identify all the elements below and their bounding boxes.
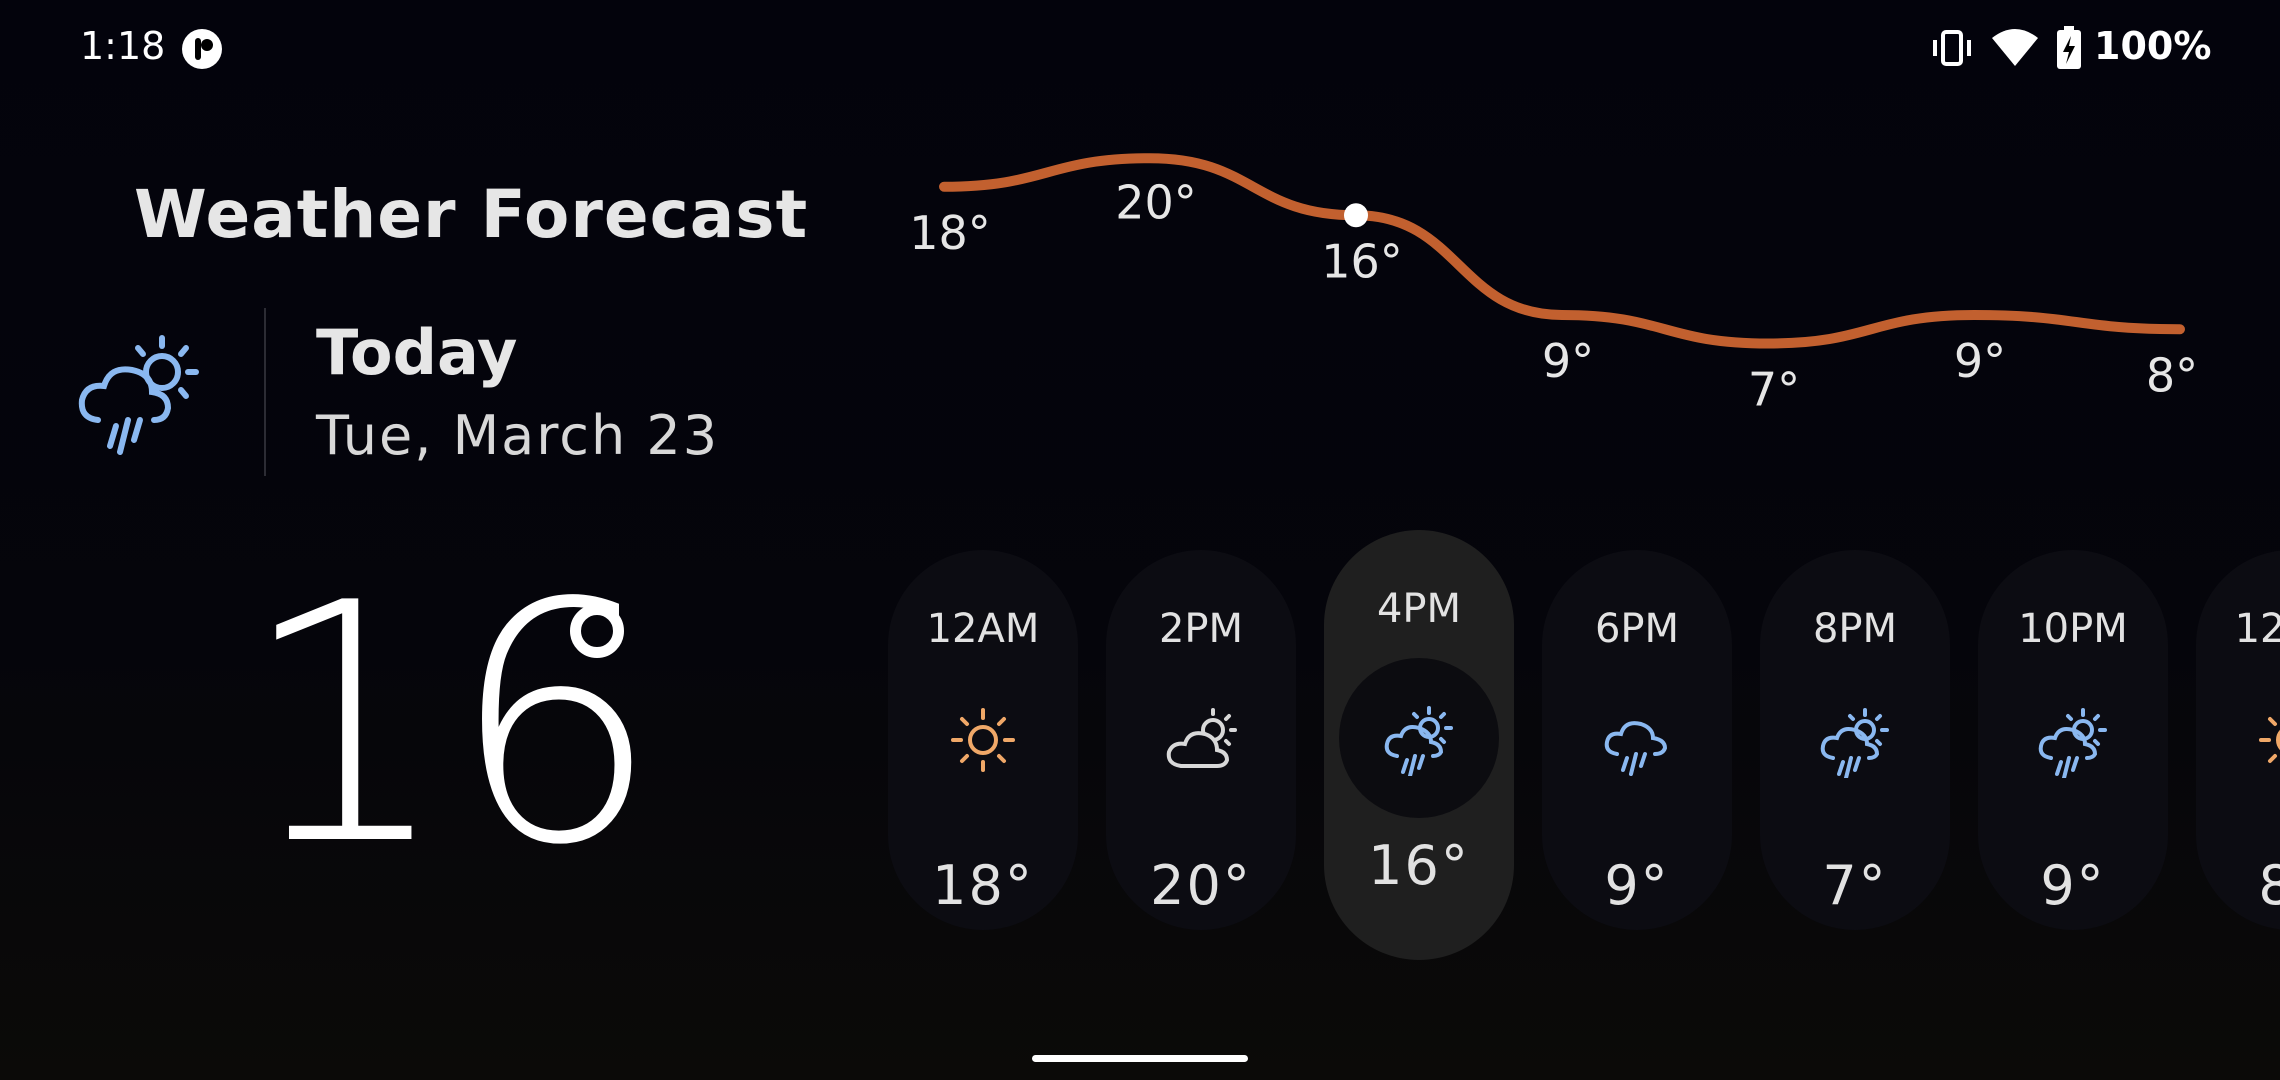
hourly-card-0[interactable]: 12AM 18° <box>888 550 1078 930</box>
hourly-card-1[interactable]: 2PM 20° <box>1106 550 1296 930</box>
hourly-temp: 16° <box>1368 834 1470 897</box>
rain-sun-cloud-icon <box>1384 706 1453 776</box>
highlight-point[interactable] <box>1344 203 1368 228</box>
data-label-6: 8° <box>2146 348 2198 402</box>
hourly-time: 6PM <box>1594 606 1680 652</box>
temperature-line-chart: 18° 20° 16° 9° 7° 9° 8° <box>909 153 2198 417</box>
data-label-1: 20° <box>1115 175 1197 229</box>
data-label-4: 7° <box>1748 363 1800 417</box>
partly-cloudy-icon <box>1166 708 1237 768</box>
hourly-icon-wrap <box>1799 684 1911 796</box>
hourly-temp: 20° <box>1150 854 1252 917</box>
hourly-icon-wrap <box>2017 684 2129 796</box>
hourly-icon-wrap <box>1339 658 1499 818</box>
sun-icon <box>2259 717 2280 763</box>
hourly-icon-wrap <box>927 684 1039 796</box>
hourly-card-4[interactable]: 8PM 7° <box>1760 550 1950 930</box>
status-clock: 1:18 <box>80 24 166 68</box>
hourly-icon-wrap <box>2235 684 2280 796</box>
hourly-temp: 8° <box>2258 854 2280 917</box>
hourly-time: 12AM <box>2234 606 2280 652</box>
today-divider <box>264 308 266 476</box>
rain-sun-cloud-icon <box>78 335 199 455</box>
page-title: Weather Forecast <box>134 176 809 253</box>
data-label-2: 16° <box>1321 234 1403 288</box>
data-label-5: 9° <box>1954 334 2006 388</box>
hourly-forecast-list[interactable]: 12AM 18° 2PM 20° 4PM 16° 6PM 9° 8PM 7° 10PM <box>888 530 2280 960</box>
hourly-card-6[interactable]: 12AM 8° <box>2196 550 2280 930</box>
hourly-icon-wrap <box>1145 684 1257 796</box>
vibrate-icon <box>1933 30 1971 66</box>
today-date: Tue, March 23 <box>316 404 720 467</box>
rain-cloud-icon <box>1604 721 1668 776</box>
hourly-time: 2PM <box>1158 606 1244 652</box>
app-notification-icon <box>182 29 222 69</box>
hourly-card-5[interactable]: 10PM 9° <box>1978 550 2168 930</box>
hourly-card-3[interactable]: 6PM 9° <box>1542 550 1732 930</box>
navigation-handle[interactable] <box>1032 1055 1248 1062</box>
hourly-temp: 18° <box>932 854 1034 917</box>
hourly-temp: 9° <box>1604 854 1670 917</box>
today-label: Today <box>316 316 518 389</box>
hourly-temp: 7° <box>1822 854 1888 917</box>
data-label-0: 18° <box>909 206 991 260</box>
battery-percent: 100% <box>2094 24 2212 68</box>
wifi-icon <box>1992 29 2038 66</box>
rain-sun-cloud-icon <box>1820 708 1889 778</box>
sun-icon <box>951 708 1015 772</box>
data-label-3: 9° <box>1542 334 1594 388</box>
rain-sun-cloud-icon <box>2038 708 2107 778</box>
battery-charging-icon <box>2057 26 2081 69</box>
hourly-time: 4PM <box>1376 586 1462 632</box>
hourly-time: 10PM <box>2018 606 2128 652</box>
hourly-icon-wrap <box>1581 684 1693 796</box>
hourly-time: 8PM <box>1812 606 1898 652</box>
status-bar: 1:18 100% <box>0 0 2280 100</box>
hourly-time: 12AM <box>926 606 1040 652</box>
hourly-temp: 9° <box>2040 854 2106 917</box>
weather-screen: 1:18 100% Weather Forecast Today Tue, Ma… <box>0 0 2280 1080</box>
hourly-card-2[interactable]: 4PM 16° <box>1324 530 1514 960</box>
degree-symbol <box>570 604 624 658</box>
temperature-chart: 18° 20° 16° 9° 7° 9° 8° <box>880 110 2280 450</box>
